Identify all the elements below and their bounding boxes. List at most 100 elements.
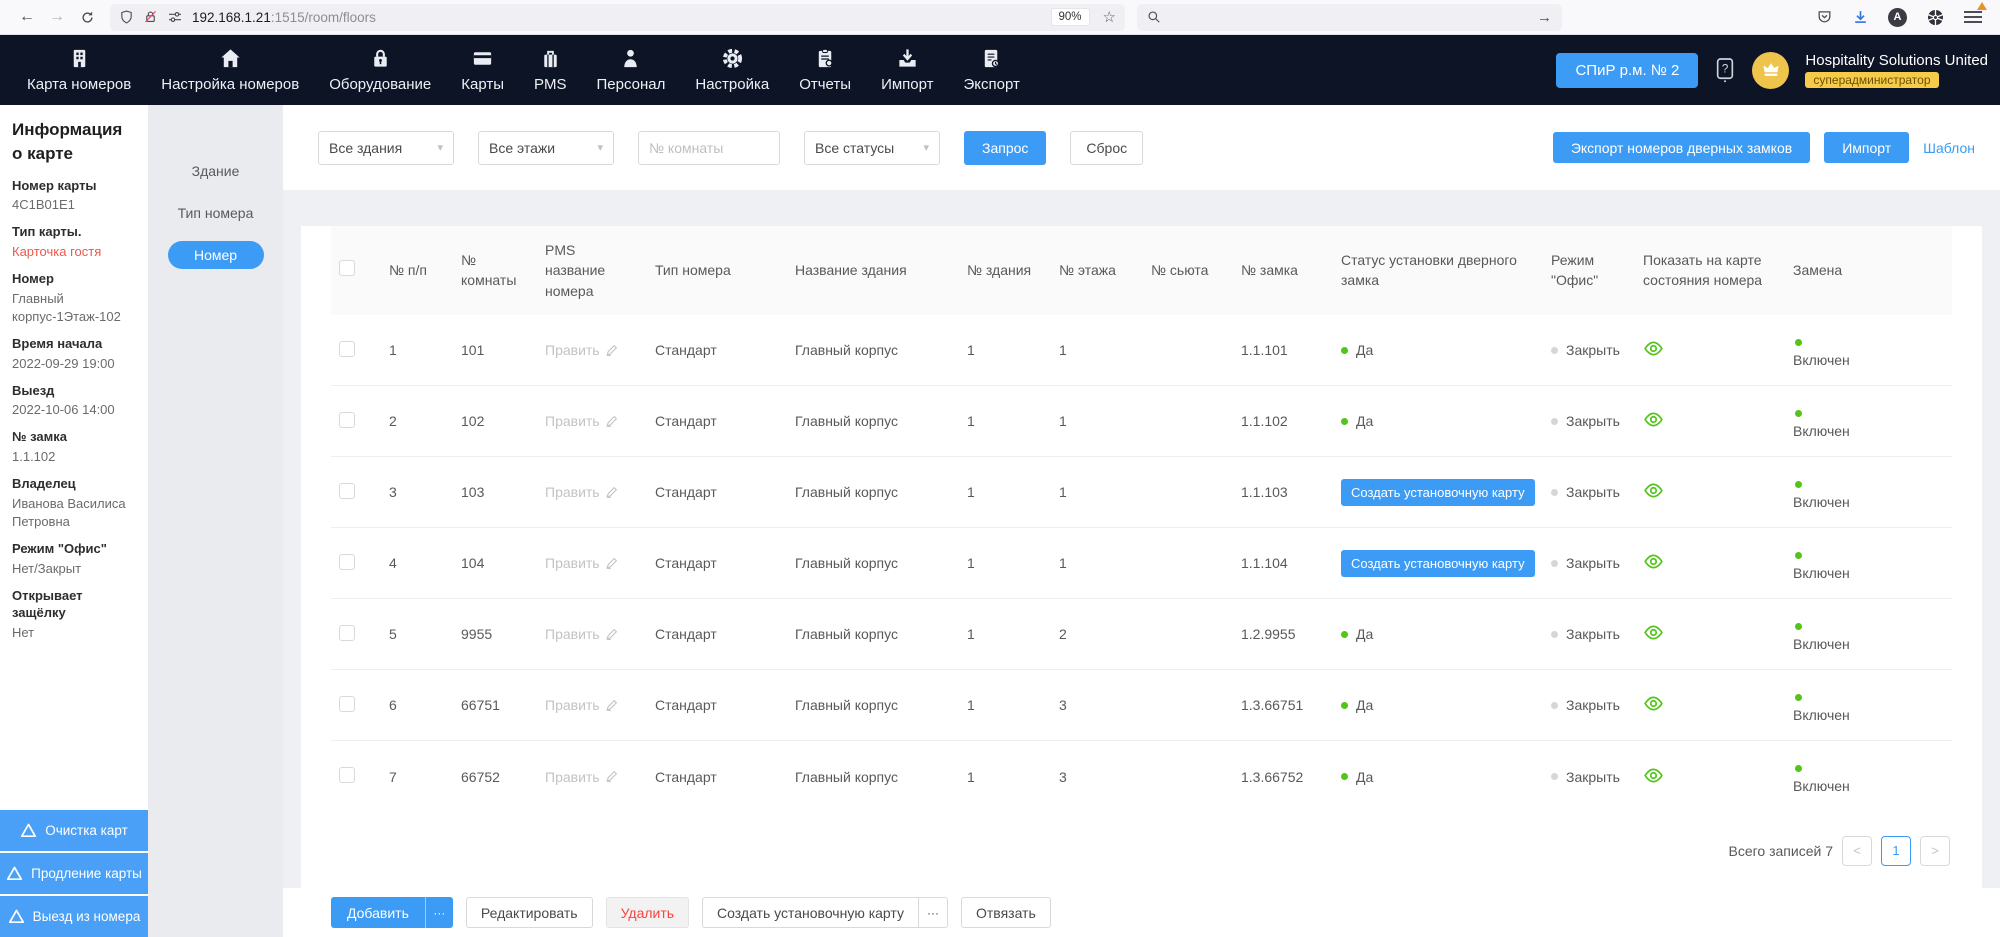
edit-button[interactable]: Редактировать — [466, 897, 593, 928]
table-row: 1 101 Править Стандарт Главный корпус 1 … — [331, 315, 1952, 386]
template-link[interactable]: Шаблон — [1923, 140, 1975, 156]
nav-item-equipment[interactable]: Оборудование — [314, 47, 446, 93]
green-dot-icon — [1795, 339, 1802, 346]
office-mode-label[interactable]: Закрыть — [1566, 484, 1620, 500]
triangle-icon — [20, 822, 37, 839]
forward-icon[interactable]: → — [42, 4, 72, 30]
zoom-level-badge[interactable]: 90% — [1051, 8, 1090, 26]
row-checkbox[interactable] — [339, 625, 355, 641]
create-setup-card-button[interactable]: Создать установочную карту — [702, 897, 918, 928]
building-select[interactable]: Все здания▾ — [318, 131, 454, 165]
nav-item-export[interactable]: Экспорт — [949, 47, 1035, 93]
status-select[interactable]: Все статусы▾ — [804, 131, 940, 165]
cell-replace: Включен — [1785, 457, 1952, 528]
create-setup-card-more-button[interactable]: ··· — [918, 897, 948, 928]
office-mode-label[interactable]: Закрыть — [1566, 413, 1620, 429]
select-all-checkbox[interactable] — [339, 260, 355, 276]
office-mode-label[interactable]: Закрыть — [1566, 342, 1620, 358]
menu-icon[interactable] — [1964, 8, 1982, 26]
eye-icon[interactable] — [1643, 768, 1664, 783]
url-bar[interactable]: 192.168.1.21:1515/room/floors 90% ☆ — [110, 4, 1125, 31]
nav-item-staff[interactable]: Персонал — [582, 47, 681, 93]
pms-edit-link[interactable]: Править — [545, 626, 618, 642]
nav-item-label: Карты — [461, 76, 504, 93]
unbind-button[interactable]: Отвязать — [961, 897, 1051, 928]
query-button[interactable]: Запрос — [964, 131, 1046, 165]
floor-select[interactable]: Все этажи▾ — [478, 131, 614, 165]
nav-item-import[interactable]: Импорт — [866, 47, 948, 93]
office-mode-label[interactable]: Закрыть — [1566, 697, 1620, 713]
pms-edit-link[interactable]: Править — [545, 484, 618, 500]
triangle-icon — [8, 908, 25, 925]
help-icon[interactable]: ? — [1714, 57, 1736, 83]
row-checkbox[interactable] — [339, 696, 355, 712]
nav-item-reports[interactable]: Отчеты — [784, 47, 866, 93]
extension-icon[interactable] — [1926, 8, 1945, 27]
row-checkbox[interactable] — [339, 341, 355, 357]
url-text[interactable]: 192.168.1.21:1515/room/floors — [192, 10, 376, 25]
cell-replace: Включен — [1785, 315, 1952, 386]
export-locks-button[interactable]: Экспорт номеров дверных замков — [1553, 132, 1810, 163]
cell-building-number: 1 — [959, 599, 1051, 670]
pms-edit-link[interactable]: Править — [545, 413, 618, 429]
insecure-lock-icon[interactable] — [143, 9, 158, 25]
office-mode-label[interactable]: Закрыть — [1566, 626, 1620, 642]
nav-item-room-settings[interactable]: Настройка номеров — [146, 47, 314, 93]
pms-edit-link[interactable]: Править — [545, 342, 618, 358]
refresh-icon[interactable] — [72, 4, 102, 30]
eye-icon[interactable] — [1643, 412, 1664, 427]
subnav-item[interactable]: Здание — [168, 157, 264, 185]
import-button[interactable]: Импорт — [1824, 132, 1909, 163]
eye-icon[interactable] — [1643, 483, 1664, 498]
back-icon[interactable]: ← — [12, 4, 42, 30]
total-records: Всего записей 7 — [1729, 843, 1834, 859]
reset-button[interactable]: Сброс — [1070, 131, 1143, 165]
avatar[interactable] — [1752, 52, 1789, 89]
next-page-button[interactable]: > — [1920, 836, 1950, 866]
eye-icon[interactable] — [1643, 696, 1664, 711]
row-checkbox[interactable] — [339, 554, 355, 570]
subnav-item[interactable]: Тип номера — [168, 199, 264, 227]
eye-icon[interactable] — [1643, 625, 1664, 640]
create-setup-card-row-button[interactable]: Создать установочную карту — [1341, 479, 1535, 506]
account-icon[interactable]: A — [1888, 8, 1907, 27]
create-setup-card-row-button[interactable]: Создать установочную карту — [1341, 550, 1535, 577]
nav-item-pms[interactable]: PMS — [519, 47, 582, 93]
downloads-icon[interactable] — [1852, 9, 1869, 26]
browser-search-bar[interactable]: → — [1137, 4, 1562, 31]
cell-room-number: 103 — [453, 457, 537, 528]
add-more-button[interactable]: ··· — [425, 897, 453, 928]
eye-icon[interactable] — [1643, 554, 1664, 569]
pms-edit-link[interactable]: Править — [545, 769, 618, 785]
row-checkbox[interactable] — [339, 483, 355, 499]
row-checkbox[interactable] — [339, 412, 355, 428]
nav-item-room-map[interactable]: Карта номеров — [12, 47, 146, 93]
prev-page-button[interactable]: < — [1842, 836, 1872, 866]
workstation-button[interactable]: СПиР р.м. № 2 — [1556, 53, 1698, 88]
replace-status-label: Включен — [1793, 565, 1944, 581]
cell-room-type: Стандарт — [647, 457, 787, 528]
nav-item-cards[interactable]: Карты — [446, 47, 519, 93]
room-number-input[interactable] — [638, 131, 780, 165]
pms-edit-link[interactable]: Править — [545, 555, 618, 571]
add-button[interactable]: Добавить — [331, 897, 425, 928]
go-arrow-icon[interactable]: → — [1537, 9, 1552, 26]
bookmark-star-icon[interactable]: ☆ — [1103, 8, 1116, 26]
card-icon — [471, 47, 494, 70]
green-dot-icon — [1795, 623, 1802, 630]
card-action-button[interactable]: Очистка карт — [0, 808, 148, 851]
pms-edit-link[interactable]: Править — [545, 697, 618, 713]
page-1-button[interactable]: 1 — [1881, 836, 1911, 866]
shield-icon[interactable] — [119, 9, 134, 25]
office-mode-label[interactable]: Закрыть — [1566, 555, 1620, 571]
office-mode-label[interactable]: Закрыть — [1566, 769, 1620, 785]
pocket-icon[interactable] — [1816, 9, 1833, 26]
card-action-button[interactable]: Выезд из номера — [0, 894, 148, 937]
subnav-item[interactable]: Номер — [168, 241, 264, 269]
card-action-button[interactable]: Продление карты — [0, 851, 148, 894]
nav-item-settings[interactable]: Настройка — [680, 47, 784, 93]
delete-button[interactable]: Удалить — [606, 897, 689, 928]
permissions-icon[interactable] — [167, 10, 183, 24]
row-checkbox[interactable] — [339, 767, 355, 783]
eye-icon[interactable] — [1643, 341, 1664, 356]
